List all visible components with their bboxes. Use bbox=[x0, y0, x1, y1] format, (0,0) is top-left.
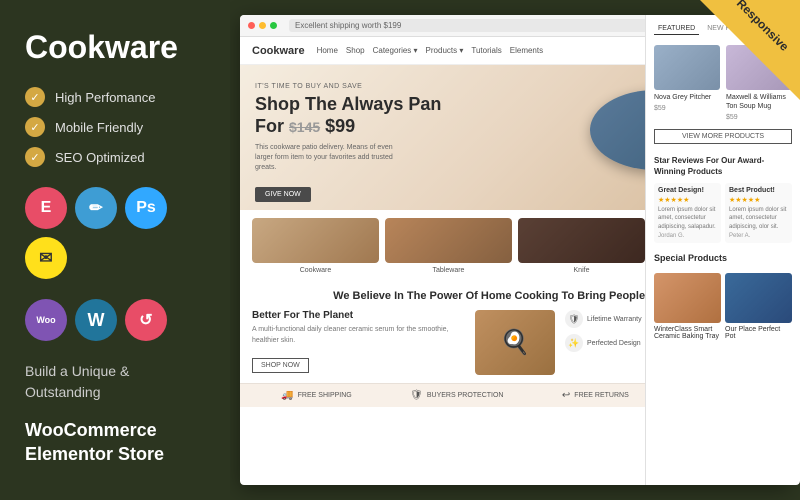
shipping-icon: 🚚 bbox=[281, 390, 293, 401]
nav-home[interactable]: Home bbox=[317, 46, 338, 55]
knife-thumbnail bbox=[518, 218, 645, 263]
protection-label: BUYERS PROTECTION bbox=[427, 392, 504, 399]
pitcher-name: Nova Grey Pitcher bbox=[654, 93, 720, 102]
photoshop-icon: Ps bbox=[125, 187, 167, 229]
hero-cta-button[interactable]: GIVE NOW bbox=[255, 187, 311, 202]
wordpress-icon: W bbox=[75, 299, 117, 341]
mug-name: Maxwell & Williams Ton Soup Mug bbox=[726, 93, 792, 111]
returns-icon: ↩ bbox=[562, 390, 570, 401]
hero-subtitle: This cookware patio delivery. Means of e… bbox=[255, 143, 395, 172]
protection-icon: 🛡 bbox=[410, 390, 423, 401]
review-title-2: Best Product! bbox=[729, 187, 788, 194]
reviews-section-title: Star Reviews For Our Award-Winning Produ… bbox=[654, 156, 792, 177]
feature-item-1: ✓ High Perfomance bbox=[25, 87, 205, 107]
review-card-2: Best Product! ★★★★★ Lorem ipsum dolor si… bbox=[725, 183, 792, 243]
special-products: WinterClass Smart Ceramic Baking Tray Ou… bbox=[654, 273, 792, 340]
review-card-1: Great Design! ★★★★★ Lorem ipsum dolor si… bbox=[654, 183, 721, 243]
mission-image: 🍳 bbox=[475, 310, 555, 375]
knife-label: Knife bbox=[574, 267, 590, 274]
address-text: Excellent shipping worth $199 bbox=[295, 21, 401, 30]
mug-price: $59 bbox=[726, 114, 792, 121]
tray-image bbox=[654, 273, 721, 323]
mailchimp-icon: ✉ bbox=[25, 237, 67, 279]
returns-label: FREE RETURNS bbox=[574, 392, 628, 399]
tableware-thumbnail bbox=[385, 218, 512, 263]
special-section-title: Special Products bbox=[654, 253, 792, 263]
pitcher-image bbox=[654, 45, 720, 90]
tableware-label: Tableware bbox=[433, 267, 465, 274]
free-returns-badge: ↩ FREE RETURNS bbox=[562, 390, 629, 401]
feature-list: ✓ High Perfomance ✓ Mobile Friendly ✓ SE… bbox=[25, 87, 205, 167]
mission-body: A multi-functional daily cleaner ceramic… bbox=[252, 325, 465, 346]
feature-label-1: High Perfomance bbox=[55, 90, 155, 105]
nav-categories[interactable]: Categories ▾ bbox=[373, 46, 418, 55]
special-product-pot[interactable]: Our Place Perfect Pot bbox=[725, 273, 792, 340]
review-author-1: Jordan G. bbox=[658, 233, 717, 239]
warranty-icon: 🛡 bbox=[565, 310, 583, 328]
review-author-2: Peter A. bbox=[729, 233, 788, 239]
view-more-button[interactable]: VIEW MORE PRODUCTS bbox=[654, 129, 792, 144]
side-product-pitcher[interactable]: Nova Grey Pitcher $59 bbox=[654, 45, 720, 121]
category-tableware[interactable]: Tableware bbox=[385, 218, 512, 274]
review-text-2: Lorem ipsum dolor sit amet, consectetur … bbox=[729, 206, 788, 231]
site-logo: Cookware bbox=[252, 45, 305, 57]
nav-links: Home Shop Categories ▾ Products ▾ Tutori… bbox=[317, 46, 544, 55]
pitcher-price: $59 bbox=[654, 105, 720, 112]
mission-text-block: Better For The Planet A multi-functional… bbox=[252, 310, 465, 373]
refresh-icon: ↺ bbox=[125, 299, 167, 341]
shipping-label: FREE SHIPPING bbox=[298, 392, 352, 399]
warranty-label: Lifetime Warranty bbox=[587, 316, 642, 323]
pot-image bbox=[725, 273, 792, 323]
shop-now-button[interactable]: SHOP NOW bbox=[252, 358, 309, 373]
feature-item-2: ✓ Mobile Friendly bbox=[25, 117, 205, 137]
bottom-text: Build a Unique &Outstanding bbox=[25, 361, 205, 403]
check-icon-1: ✓ bbox=[25, 87, 45, 107]
nav-elements[interactable]: Elements bbox=[510, 46, 543, 55]
cookware-label: Cookware bbox=[300, 267, 332, 274]
pot-name: Our Place Perfect Pot bbox=[725, 326, 792, 340]
feature-label-3: SEO Optimized bbox=[55, 150, 145, 165]
nav-products[interactable]: Products ▾ bbox=[426, 46, 464, 55]
cookware-thumbnail bbox=[252, 218, 379, 263]
plugin-icons-row2: Woo W ↺ bbox=[25, 299, 205, 341]
browser-minimize-dot[interactable] bbox=[259, 22, 266, 29]
category-cookware[interactable]: Cookware bbox=[252, 218, 379, 274]
feature-item-3: ✓ SEO Optimized bbox=[25, 147, 205, 167]
browser-maximize-dot[interactable] bbox=[270, 22, 277, 29]
plugin-icons-row1: E ✏ Ps ✉ bbox=[25, 187, 205, 279]
mission-heading: Better For The Planet bbox=[252, 310, 465, 321]
hero-eyebrow: IT'S TIME TO BUY AND SAVE bbox=[255, 83, 441, 90]
category-knife[interactable]: Knife bbox=[518, 218, 645, 274]
nav-tutorials[interactable]: Tutorials bbox=[471, 46, 501, 55]
review-title-1: Great Design! bbox=[658, 187, 717, 194]
special-product-tray[interactable]: WinterClass Smart Ceramic Baking Tray bbox=[654, 273, 721, 340]
design-label: Perfected Design bbox=[587, 340, 641, 347]
check-icon-3: ✓ bbox=[25, 147, 45, 167]
featured-tab[interactable]: FEATURED bbox=[654, 23, 699, 35]
hero-title: Shop The Always PanFor $145 $99 bbox=[255, 94, 441, 137]
review-stars-1: ★★★★★ bbox=[658, 196, 717, 204]
right-side-panel: FEATURED NEW PRODUCTS Nova Grey Pitcher … bbox=[645, 15, 800, 485]
tray-name: WinterClass Smart Ceramic Baking Tray bbox=[654, 326, 721, 340]
nav-shop[interactable]: Shop bbox=[346, 46, 365, 55]
reviews-section: Star Reviews For Our Award-Winning Produ… bbox=[654, 156, 792, 243]
free-shipping-badge: 🚚 FREE SHIPPING bbox=[281, 390, 352, 401]
bottom-bold: WooCommerceElementor Store bbox=[25, 419, 205, 466]
left-panel: Cookware ✓ High Perfomance ✓ Mobile Frie… bbox=[0, 0, 230, 500]
buyers-protection-badge: 🛡 BUYERS PROTECTION bbox=[410, 390, 503, 401]
browser-close-dot[interactable] bbox=[248, 22, 255, 29]
feature-label-2: Mobile Friendly bbox=[55, 120, 143, 135]
woocommerce-icon: Woo bbox=[25, 299, 67, 341]
design-icon: ✨ bbox=[565, 334, 583, 352]
review-cards: Great Design! ★★★★★ Lorem ipsum dolor si… bbox=[654, 183, 792, 243]
app-title: Cookware bbox=[25, 30, 205, 65]
hero-content: IT'S TIME TO BUY AND SAVE Shop The Alway… bbox=[255, 83, 441, 202]
elementor-icon: E bbox=[25, 187, 67, 229]
check-icon-2: ✓ bbox=[25, 117, 45, 137]
review-stars-2: ★★★★★ bbox=[729, 196, 788, 204]
review-text-1: Lorem ipsum dolor sit amet, consectetur … bbox=[658, 206, 717, 231]
right-area: Responsive Excellent shipping worth $199… bbox=[230, 0, 800, 500]
editor-icon: ✏ bbox=[75, 187, 117, 229]
